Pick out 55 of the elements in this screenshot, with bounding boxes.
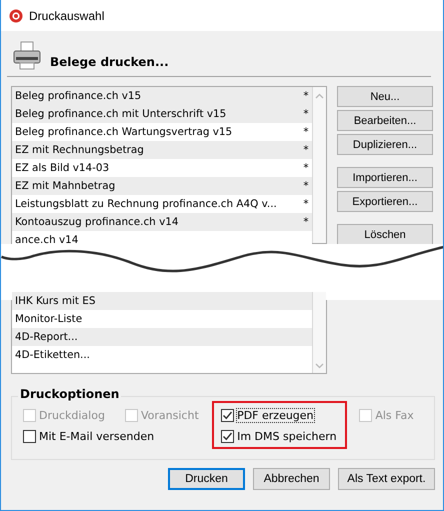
option-label: Mit E-Mail versenden — [39, 430, 154, 443]
dialog-button[interactable]: Drucken — [168, 468, 245, 490]
option-label: Im DMS speichern — [237, 430, 337, 443]
flag-mark: * — [302, 216, 310, 228]
app-icon — [9, 8, 23, 22]
dialog-button[interactable]: Abbrechen — [253, 468, 330, 490]
side-button[interactable]: Exportieren... — [337, 191, 433, 212]
list-row[interactable]: Beleg profinance.ch v15 * — [12, 87, 312, 105]
flag-mark: * — [302, 198, 310, 210]
list-row[interactable]: IHK Kurs mit ES — [12, 292, 312, 310]
flag-mark: * — [302, 108, 310, 120]
printer-icon — [12, 41, 42, 71]
document-name: Beleg profinance.ch Wartungsvertrag v15 — [14, 126, 234, 138]
scroll-up-icon[interactable] — [315, 93, 324, 99]
list-row[interactable]: 4D-Report... — [12, 328, 312, 346]
checkbox[interactable] — [221, 430, 234, 443]
list-row[interactable]: Kontoauszug profinance.ch v14 * — [12, 213, 312, 231]
section-title: Belege drucken... — [50, 55, 169, 71]
side-button[interactable]: Löschen — [337, 224, 433, 244]
document-name: Beleg profinance.ch v15 — [14, 90, 142, 102]
document-list[interactable]: IHK Kurs mit ES Monitor-Liste 4D-Report... 4D-Etiketten... — [11, 292, 327, 374]
list-row[interactable]: EZ mit Rechnungsbetrag * — [12, 141, 312, 159]
flag-mark: * — [302, 144, 310, 156]
checkbox[interactable] — [23, 430, 36, 443]
option-label: Druckdialog — [39, 409, 105, 422]
flag-mark: * — [302, 126, 310, 138]
checkbox[interactable] — [221, 409, 234, 422]
side-button[interactable]: Neu... — [337, 86, 433, 107]
document-name: Leistungsblatt zu Rechnung profinance.ch A4Q v... — [14, 198, 278, 210]
flag-mark: * — [302, 180, 310, 192]
option-label: Als Fax — [375, 409, 414, 422]
document-name: ance.ch v14 — [14, 234, 80, 244]
window-title: Druckauswahl — [29, 8, 104, 22]
side-button[interactable]: Duplizieren... — [337, 134, 433, 155]
dialog-button[interactable]: Als Text export. — [338, 468, 435, 490]
document-name: Monitor-Liste — [14, 313, 84, 325]
document-name: EZ mit Mahnbetrag — [14, 180, 116, 192]
document-name: Beleg profinance.ch mit Unterschrift v15 — [14, 108, 228, 120]
document-name: 4D-Etiketten... — [14, 349, 91, 361]
flag-mark: * — [302, 162, 310, 174]
scroll-down-icon[interactable] — [315, 363, 324, 369]
side-button[interactable]: Importieren... — [337, 167, 433, 188]
group-title: Druckoptionen — [18, 387, 122, 401]
option-label: PDF erzeugen — [237, 409, 314, 422]
option-label: Voransicht — [141, 409, 199, 422]
flag-mark: * — [302, 90, 310, 102]
list-row[interactable]: EZ mit Mahnbetrag * — [12, 177, 312, 195]
document-name: Kontoauszug profinance.ch v14 — [14, 216, 180, 228]
side-button[interactable]: Bearbeiten... — [337, 110, 433, 131]
document-list[interactable] — [11, 86, 327, 244]
document-name: 4D-Report... — [14, 331, 79, 343]
document-name: EZ mit Rechnungsbetrag — [14, 144, 145, 156]
document-name: IHK Kurs mit ES — [14, 295, 96, 307]
document-name: EZ als Bild v14-03 — [14, 162, 110, 174]
list-row[interactable]: Beleg profinance.ch mit Unterschrift v15 * — [12, 105, 312, 123]
